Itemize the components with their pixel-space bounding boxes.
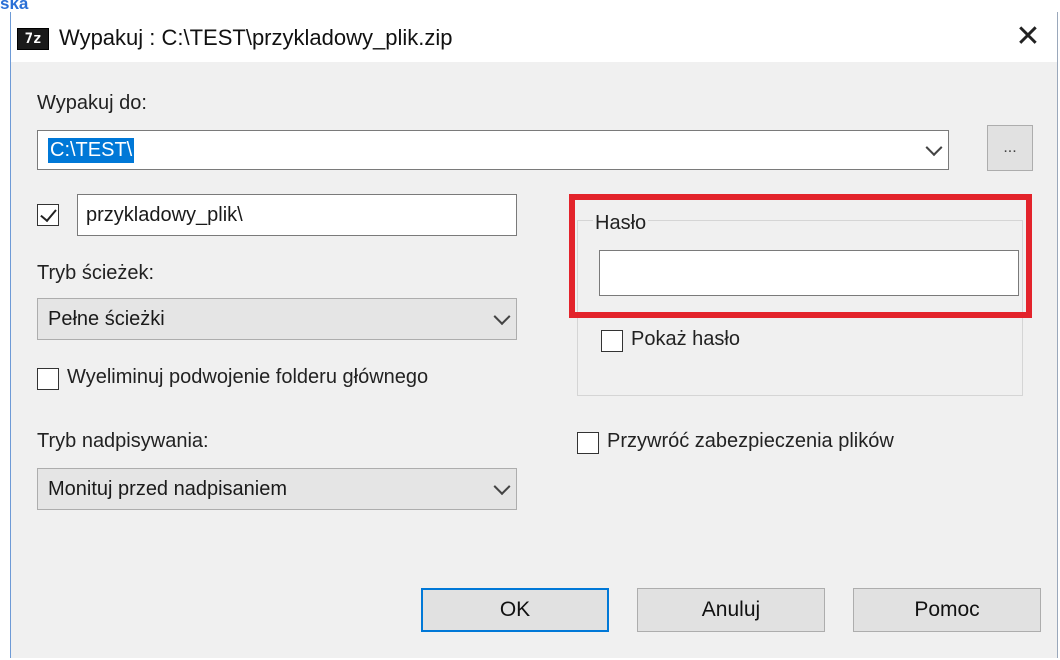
overwrite-mode-select[interactable]: Monituj przed nadpisaniem [37,468,517,510]
extract-dialog: 7z Wypakuj : C:\TEST\przykladowy_plik.zi… [10,12,1058,658]
chevron-down-icon [493,478,511,496]
eliminate-duplicates-label[interactable]: Wyeliminuj podwojenie folderu głównego [67,366,428,389]
cancel-button[interactable]: Anuluj [637,588,825,632]
ok-button[interactable]: OK [421,588,609,632]
extract-path-value-wrap: C:\TEST\ [48,131,135,169]
window-title: Wypakuj : C:\TEST\przykladowy_plik.zip [59,25,453,50]
subfolder-value: przykladowy_plik\ [86,203,243,226]
subfolder-checkbox[interactable] [37,204,59,226]
password-highlight-frame [569,194,1032,318]
path-mode-value: Pełne ścieżki [48,307,165,330]
title-bar: 7z Wypakuj : C:\TEST\przykladowy_plik.zi… [11,12,1057,62]
restore-security-checkbox[interactable] [577,432,599,454]
browse-button[interactable]: ... [987,125,1033,171]
checkmark-icon [40,204,57,223]
help-button[interactable]: Pomoc [853,588,1041,632]
extract-path-value: C:\TEST\ [48,137,135,163]
extract-to-label: Wypakuj do: [37,92,147,114]
extract-path-combo[interactable]: C:\TEST\ [37,130,949,170]
path-mode-select[interactable]: Pełne ścieżki [37,298,517,340]
show-password-label[interactable]: Pokaż hasło [631,328,740,351]
restore-security-label[interactable]: Przywróć zabezpieczenia plików [607,430,894,453]
show-password-checkbox[interactable] [601,330,623,352]
chevron-down-icon[interactable] [925,139,943,157]
overwrite-mode-label: Tryb nadpisywania: [37,430,209,452]
eliminate-duplicates-checkbox[interactable] [37,368,59,390]
subfolder-input[interactable]: przykladowy_plik\ [77,194,517,236]
chevron-down-icon [493,308,511,326]
path-mode-label: Tryb ścieżek: [37,262,155,284]
close-icon[interactable]: ✕ [1011,20,1045,54]
overwrite-mode-value: Monituj przed nadpisaniem [48,477,288,500]
7zip-app-icon: 7z [17,28,49,50]
